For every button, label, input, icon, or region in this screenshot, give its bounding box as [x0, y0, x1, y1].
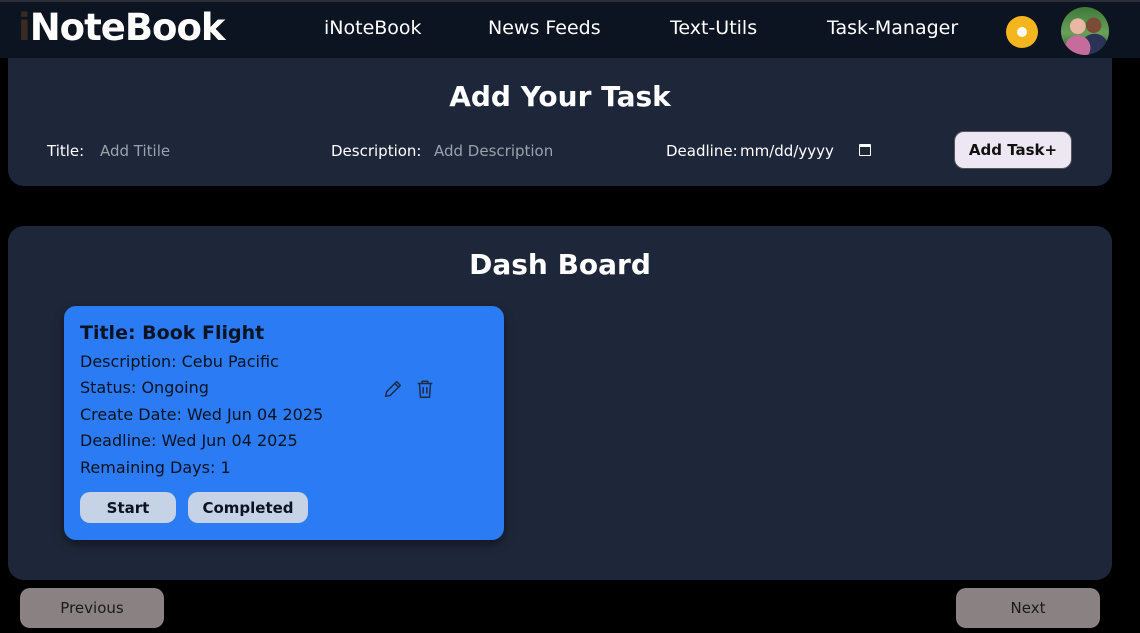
start-button[interactable]: Start	[80, 492, 176, 523]
dashboard-panel: Dash Board Title: Book Flight Descriptio…	[8, 226, 1112, 580]
trash-icon[interactable]	[414, 378, 436, 400]
description-label: Description:	[331, 142, 422, 160]
edit-icon[interactable]	[382, 378, 404, 400]
task-title: Title: Book Flight	[80, 322, 265, 344]
description-input[interactable]	[434, 138, 634, 164]
task-deadline: Deadline: Wed Jun 04 2025	[80, 431, 298, 450]
next-button[interactable]: Next	[956, 588, 1100, 628]
title-input[interactable]	[100, 138, 300, 164]
deadline-input[interactable]: mm/dd/yyyy	[740, 142, 834, 160]
task-description: Description: Cebu Pacific	[80, 352, 279, 371]
task-create-date: Create Date: Wed Jun 04 2025	[80, 405, 324, 424]
navbar: iNoteBook iNoteBook News Feeds Text-Util…	[0, 0, 1140, 58]
deadline-label: Deadline:	[666, 142, 738, 160]
sun-icon[interactable]	[1006, 16, 1038, 48]
task-remaining-days: Remaining Days: 1	[80, 458, 231, 477]
brand-logo-first-letter: i	[18, 6, 31, 49]
completed-button[interactable]: Completed	[188, 492, 308, 523]
title-label: Title:	[47, 142, 85, 160]
dashboard-heading: Dash Board	[469, 248, 651, 281]
add-task-heading: Add Your Task	[449, 80, 671, 113]
add-task-button[interactable]: Add Task+	[954, 131, 1072, 169]
task-status: Status: Ongoing	[80, 378, 209, 397]
nav-link-task-manager[interactable]: Task-Manager	[827, 17, 958, 39]
nav-link-inotebook[interactable]: iNoteBook	[324, 17, 422, 39]
nav-link-news-feeds[interactable]: News Feeds	[488, 17, 601, 39]
brand-logo-text: NoteBook	[29, 6, 226, 49]
avatar[interactable]	[1061, 7, 1109, 55]
calendar-icon[interactable]	[859, 144, 871, 156]
task-card: Title: Book Flight Description: Cebu Pac…	[64, 306, 504, 540]
brand-logo[interactable]: iNoteBook	[18, 6, 226, 49]
nav-link-text-utils[interactable]: Text-Utils	[670, 17, 757, 39]
previous-button[interactable]: Previous	[20, 588, 164, 628]
add-task-panel: Add Your Task Title: Description: Deadli…	[8, 58, 1112, 186]
